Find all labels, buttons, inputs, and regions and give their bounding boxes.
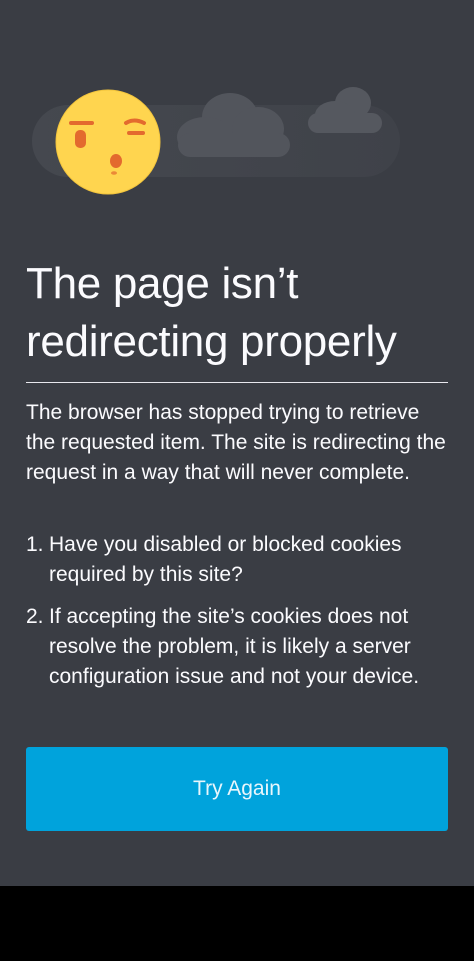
- illustration: [30, 85, 410, 200]
- list-item-text: Have you disabled or blocked cookies req…: [49, 533, 402, 586]
- suggestion-list: 1. Have you disabled or blocked cookies …: [26, 530, 450, 704]
- system-navigation-bar: [0, 886, 474, 961]
- list-item: 2. If accepting the site’s cookies does …: [26, 602, 450, 692]
- confused-face-with-clouds-icon: [32, 87, 400, 195]
- list-item-number: 2.: [26, 605, 44, 628]
- title-divider: [26, 382, 448, 383]
- error-description: The browser has stopped trying to retrie…: [26, 401, 446, 484]
- error-page: The page isn’t redirecting properly The …: [0, 0, 474, 886]
- list-item-text: If accepting the site’s cookies does not…: [49, 605, 420, 688]
- page-title: The page isn’t redirecting properly: [26, 259, 397, 366]
- list-item-number: 1.: [26, 533, 44, 556]
- list-item: 1. Have you disabled or blocked cookies …: [26, 530, 450, 590]
- try-again-button[interactable]: Try Again: [26, 747, 448, 831]
